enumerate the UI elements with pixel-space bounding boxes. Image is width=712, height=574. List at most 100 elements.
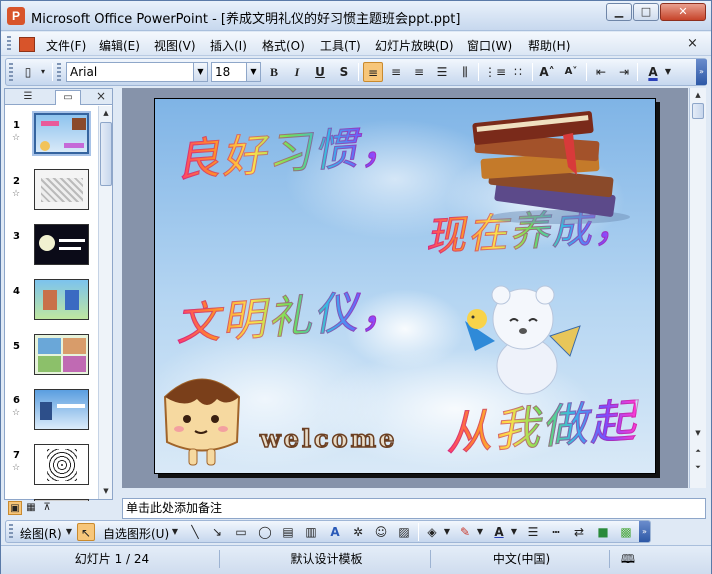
menu-help[interactable]: 帮助(H) [528, 37, 570, 54]
italic-button[interactable]: I [287, 62, 307, 82]
oval-tool-icon[interactable]: ◯ [256, 523, 274, 541]
slide-sorter-view-icon[interactable]: ▦ [24, 501, 38, 515]
chevron-down-icon[interactable]: ▼ [663, 62, 673, 82]
line-tool-icon[interactable]: ╲ [186, 523, 204, 541]
align-left-button[interactable]: ≡ [363, 62, 383, 82]
chevron-down-icon[interactable]: ▼ [442, 523, 452, 541]
decrease-indent-button[interactable]: ⇤ [591, 62, 611, 82]
chevron-down-icon[interactable]: ▼ [509, 523, 519, 541]
toolbar-grip[interactable] [57, 63, 61, 81]
wordart-text-3[interactable]: 文明礼仪， [173, 273, 407, 353]
underline-button[interactable]: U [310, 62, 330, 82]
menu-slideshow[interactable]: 幻灯片放映(D) [375, 37, 454, 54]
previous-slide-icon[interactable]: ⏶ [691, 444, 705, 458]
column-button[interactable]: ⫼ [455, 62, 475, 82]
distributed-button[interactable]: ☰ [432, 62, 452, 82]
close-button[interactable]: ✕ [660, 3, 706, 21]
diagram-tool-icon[interactable]: ✲ [349, 523, 367, 541]
tab-outline[interactable]: ☰ [15, 90, 41, 105]
document-close-icon[interactable]: × [687, 36, 698, 51]
shadow-style-icon[interactable]: ■ [594, 523, 612, 541]
document-icon[interactable] [19, 37, 35, 52]
bullets-button[interactable]: ∷ [508, 62, 528, 82]
align-center-button[interactable]: ≡ [386, 62, 406, 82]
wordart-text-1[interactable]: 良好习惯， [173, 109, 407, 189]
slideshow-view-icon[interactable]: ⊼ [40, 501, 54, 515]
toolbar-options-icon[interactable]: » [696, 59, 707, 85]
font-color-button[interactable]: A [643, 62, 663, 82]
decrease-font-button[interactable]: A˅ [561, 62, 581, 82]
toolbar-grip[interactable] [9, 63, 13, 81]
clipart-tool-icon[interactable]: ☺ [372, 523, 390, 541]
wordart-tool-icon[interactable]: A [326, 523, 344, 541]
fill-color-icon[interactable]: ◈ [423, 523, 441, 541]
toolbar-grip[interactable] [9, 524, 13, 540]
shadow-button[interactable]: S [334, 62, 354, 82]
maximize-button[interactable]: □ [633, 3, 659, 21]
scrollbar-thumb[interactable] [100, 122, 112, 186]
align-right-button[interactable]: ≡ [409, 62, 429, 82]
tab-slides[interactable]: ▭ [55, 90, 81, 105]
slide-thumbnail-2[interactable] [34, 169, 89, 210]
textbox-tool-icon[interactable]: ▤ [279, 523, 297, 541]
slide-thumbnail-3[interactable] [34, 224, 89, 265]
vertical-textbox-tool-icon[interactable]: ▥ [302, 523, 320, 541]
slide-thumbnail-7[interactable] [34, 444, 89, 485]
slide-thumbnail-5[interactable] [34, 334, 89, 375]
status-design-template[interactable]: 默认设计模板 [223, 550, 431, 568]
current-slide[interactable]: 良好习惯， 现在养成， 文明礼仪， 从我做起 welcome [154, 98, 656, 474]
font-size-combo[interactable]: 18 ▼ [211, 62, 261, 82]
slide-area-scrollbar[interactable]: ▲ ▼ ⏶ ⏷ [689, 88, 706, 488]
picture-tool-icon[interactable]: ▨ [395, 523, 413, 541]
menu-tools[interactable]: 工具(T) [320, 37, 361, 54]
chevron-down-icon[interactable]: ▼ [475, 523, 485, 541]
slides-pane-scrollbar[interactable]: ▲ ▼ [98, 106, 112, 499]
welcome-wordart[interactable]: welcome [259, 423, 397, 454]
pane-close-icon[interactable]: × [96, 89, 106, 103]
rectangle-tool-icon[interactable]: ▭ [232, 523, 250, 541]
line-style-icon[interactable]: ☰ [524, 523, 542, 541]
select-objects-icon[interactable]: ↖ [77, 523, 95, 541]
numbering-button[interactable]: ⋮≡ [484, 62, 506, 82]
menu-view[interactable]: 视图(V) [154, 37, 196, 54]
slide-thumbnail-1[interactable] [32, 111, 91, 156]
slide-thumbnail-6[interactable] [34, 389, 89, 430]
font-name-combo[interactable]: Arial ▼ [66, 62, 208, 82]
arrow-tool-icon[interactable]: ↘ [208, 523, 226, 541]
slide-thumbnail-4[interactable] [34, 279, 89, 320]
bear-character-picture[interactable] [455, 281, 585, 401]
scroll-down-icon[interactable]: ▼ [691, 426, 705, 440]
next-slide-icon[interactable]: ⏷ [691, 460, 705, 474]
chevron-down-icon[interactable]: ▼ [64, 523, 74, 541]
3d-style-icon[interactable]: ▩ [617, 523, 635, 541]
increase-indent-button[interactable]: ⇥ [614, 62, 634, 82]
menu-window[interactable]: 窗口(W) [467, 37, 512, 54]
font-color-icon[interactable]: A [490, 523, 508, 541]
chevron-down-icon[interactable]: ▼ [246, 63, 260, 81]
bold-button[interactable]: B [264, 62, 284, 82]
books-picture[interactable] [465, 105, 635, 225]
menu-edit[interactable]: 编辑(E) [99, 37, 140, 54]
toolbar-options-icon[interactable]: » [639, 521, 650, 542]
toolbar-options-chevron-icon[interactable]: ▾ [38, 62, 48, 82]
draw-menu-button[interactable]: 绘图(R) [20, 525, 62, 542]
arrow-style-icon[interactable]: ⇄ [570, 523, 588, 541]
notes-placeholder[interactable]: 单击此处添加备注 [126, 501, 222, 515]
line-color-icon[interactable]: ✎ [456, 523, 474, 541]
menu-format[interactable]: 格式(O) [262, 37, 305, 54]
powerpoint-app-icon[interactable]: P [7, 7, 25, 25]
menu-file[interactable]: 文件(F) [46, 37, 86, 54]
menu-grip[interactable] [7, 36, 11, 52]
notes-pane[interactable]: 单击此处添加备注 [122, 498, 706, 519]
scroll-up-icon[interactable]: ▲ [99, 106, 113, 120]
scroll-down-icon[interactable]: ▼ [99, 484, 113, 498]
increase-font-button[interactable]: A˄ [537, 62, 557, 82]
dash-style-icon[interactable]: ┅ [547, 523, 565, 541]
pudding-character-picture[interactable] [157, 367, 247, 474]
minimize-button[interactable]: ▁ [606, 3, 632, 21]
new-document-icon[interactable]: ▯ [18, 62, 38, 82]
scrollbar-thumb[interactable] [692, 103, 704, 119]
normal-view-icon[interactable]: ▣ [8, 501, 22, 515]
menu-insert[interactable]: 插入(I) [210, 37, 247, 54]
spelling-check-icon[interactable]: 🕮 [613, 550, 643, 568]
